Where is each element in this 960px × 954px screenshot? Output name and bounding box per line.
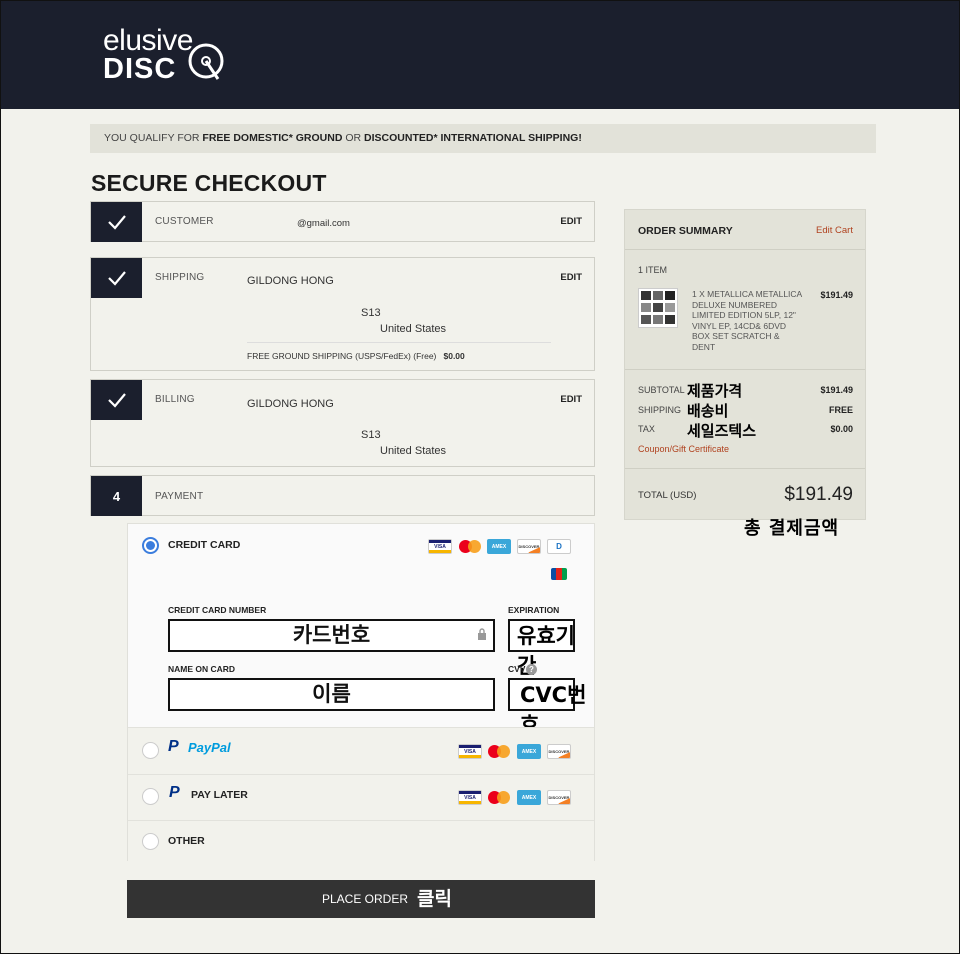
step-shipping: SHIPPING GILDONG HONG S13 United States … xyxy=(90,257,595,371)
tax-annotation: 세일즈텍스 xyxy=(687,422,757,440)
page-title: SECURE CHECKOUT xyxy=(91,170,327,196)
credit-card-label: CREDIT CARD xyxy=(168,539,241,551)
step-payment: 4 PAYMENT xyxy=(90,475,595,516)
diners-icon: D xyxy=(547,539,571,554)
pay-later-label: PAY LATER xyxy=(191,789,248,801)
cvv-label: CVV xyxy=(508,664,526,674)
coupon-link[interactable]: Coupon/Gift Certificate xyxy=(638,444,729,454)
shipping-name: GILDONG HONG xyxy=(247,275,334,287)
product-thumbnail[interactable] xyxy=(638,288,678,328)
expiration-label: EXPIRATION xyxy=(508,605,560,615)
total-annotation: 총 결제금액 xyxy=(744,518,840,539)
discover-icon: DISCOVER xyxy=(547,790,571,805)
shipping-label: SHIPPING xyxy=(638,405,682,415)
step-customer-title: CUSTOMER xyxy=(155,216,214,227)
other-radio[interactable] xyxy=(142,833,159,850)
visa-icon: VISA xyxy=(428,539,452,554)
step-billing: BILLING GILDONG HONG S13 United States E… xyxy=(90,379,595,467)
mastercard-icon xyxy=(458,539,482,554)
payment-methods: CREDIT CARD VISA AMEX DISCOVER D CREDIT … xyxy=(127,523,595,861)
billing-name: GILDONG HONG xyxy=(247,398,334,410)
total-value: $191.49 xyxy=(784,484,853,505)
customer-edit-button[interactable]: EDIT xyxy=(560,216,582,227)
place-order-annotation: 클릭 xyxy=(417,888,452,910)
billing-country: United States xyxy=(380,445,447,457)
shipping-country: United States xyxy=(380,323,447,335)
shipping-annotation: 배송비 xyxy=(687,402,729,420)
billing-address: S13 xyxy=(361,429,381,441)
divider xyxy=(247,342,551,343)
check-icon xyxy=(91,258,142,298)
name-on-card-input[interactable]: 이름 xyxy=(168,678,495,711)
discover-icon: DISCOVER xyxy=(517,539,541,554)
other-label: OTHER xyxy=(168,835,205,847)
divider xyxy=(625,249,865,250)
paypal-option[interactable]: P PayPal VISA AMEX DISCOVER xyxy=(128,727,594,774)
other-option[interactable]: OTHER xyxy=(128,820,594,861)
paypal-p-icon: P xyxy=(169,784,180,801)
name-on-card-label: NAME ON CARD xyxy=(168,664,236,674)
visa-icon: VISA xyxy=(458,744,482,759)
item-price: $191.49 xyxy=(820,290,853,300)
step-billing-title: BILLING xyxy=(155,394,195,405)
shipping-promo-banner: YOU QUALIFY FOR FREE DOMESTIC* GROUND OR… xyxy=(90,124,876,153)
tax-label: TAX xyxy=(638,424,655,434)
discover-icon: DISCOVER xyxy=(547,744,571,759)
check-icon xyxy=(91,202,142,242)
shipping-address: S13 xyxy=(361,307,381,319)
subtotal-value: $191.49 xyxy=(820,385,853,395)
site-header: elusive DISC xyxy=(1,1,959,109)
pay-later-option[interactable]: P PAY LATER VISA AMEX DISCOVER xyxy=(128,774,594,820)
item-count: 1 ITEM xyxy=(638,265,668,275)
lock-icon xyxy=(478,628,486,640)
paypal-p-icon: P xyxy=(168,738,179,755)
pay-later-radio[interactable] xyxy=(142,788,159,805)
step-payment-title: PAYMENT xyxy=(155,491,204,502)
step-customer: CUSTOMER @gmail.com EDIT xyxy=(90,201,595,242)
total-label: TOTAL (USD) xyxy=(638,490,697,501)
shipping-edit-button[interactable]: EDIT xyxy=(560,272,582,283)
credit-card-radio[interactable] xyxy=(142,537,159,554)
amex-icon: AMEX xyxy=(517,744,541,759)
divider xyxy=(625,468,865,469)
jcb-icon xyxy=(551,568,567,580)
paypal-radio[interactable] xyxy=(142,742,159,759)
disc-icon xyxy=(188,43,224,80)
logo-line1: elusive xyxy=(103,24,193,57)
visa-icon: VISA xyxy=(458,790,482,805)
step-shipping-title: SHIPPING xyxy=(155,272,205,283)
amex-icon: AMEX xyxy=(487,539,511,554)
divider xyxy=(625,369,865,370)
customer-email: @gmail.com xyxy=(297,218,350,229)
step-number: 4 xyxy=(91,476,142,516)
check-icon xyxy=(91,380,142,420)
subtotal-annotation: 제품가격 xyxy=(687,382,743,400)
order-summary: ORDER SUMMARY Edit Cart 1 ITEM 1 X METAL… xyxy=(624,209,866,520)
logo-line2: DISC xyxy=(103,53,177,85)
shipping-method: FREE GROUND SHIPPING (USPS/FedEx) (Free)… xyxy=(247,351,465,361)
help-icon[interactable]: ? xyxy=(526,664,537,675)
billing-edit-button[interactable]: EDIT xyxy=(560,394,582,405)
amex-icon: AMEX xyxy=(517,790,541,805)
mastercard-icon xyxy=(487,790,511,805)
order-summary-title: ORDER SUMMARY xyxy=(638,225,733,237)
paypal-logo: PayPal xyxy=(188,740,231,755)
card-number-input[interactable]: 카드번호 xyxy=(168,619,495,652)
tax-value: $0.00 xyxy=(830,424,853,434)
edit-cart-link[interactable]: Edit Cart xyxy=(816,225,853,236)
card-number-label: CREDIT CARD NUMBER xyxy=(168,605,267,615)
item-description: 1 X METALLICA METALLICA DELUXE NUMBERED … xyxy=(692,289,802,352)
mastercard-icon xyxy=(487,744,511,759)
place-order-button[interactable]: PLACE ORDER 클릭 xyxy=(127,880,595,918)
site-logo[interactable]: elusive DISC xyxy=(103,24,224,85)
shipping-value: FREE xyxy=(828,405,853,415)
subtotal-label: SUBTOTAL xyxy=(638,385,685,395)
